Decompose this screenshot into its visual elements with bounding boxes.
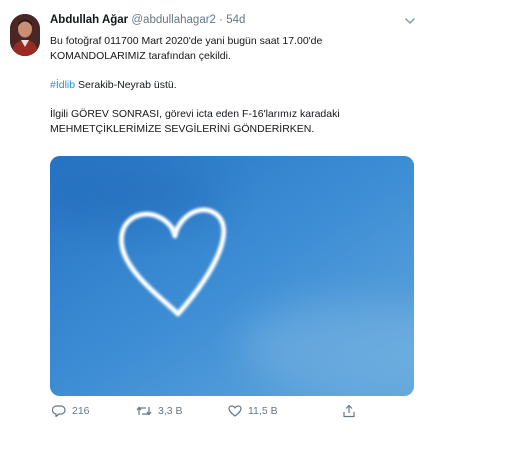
chevron-down-icon xyxy=(405,18,415,24)
location-text: Serakib-Neyrab üstü. xyxy=(75,79,177,91)
retweet-button[interactable]: 3,3 B xyxy=(136,404,183,418)
tweet-header: Abdullah Ağar @abdullahagar2 · 54d xyxy=(50,14,245,26)
like-button[interactable]: 11,5 B xyxy=(228,404,278,418)
tweet-photo[interactable] xyxy=(50,156,414,396)
heart-icon xyxy=(228,405,242,417)
tweet-text: Bu fotoğraf 011700 Mart 2020'de yani bug… xyxy=(50,34,410,137)
hashtag-link[interactable]: #İdlib xyxy=(50,79,75,91)
reply-button[interactable]: 216 xyxy=(52,404,90,418)
share-button[interactable] xyxy=(342,404,356,418)
separator-dot: · xyxy=(219,14,223,26)
author-handle[interactable]: @abdullahagar2 xyxy=(131,14,216,26)
author-name[interactable]: Abdullah Ağar xyxy=(50,14,128,26)
share-icon xyxy=(343,404,355,418)
heart-contrail-photo xyxy=(50,156,414,396)
avatar-image xyxy=(10,14,40,56)
tweet-text-line: KOMANDOLARIMIZ tarafından çekildi. xyxy=(50,50,231,62)
tweet-text-line: #İdlib Serakib-Neyrab üstü. xyxy=(50,78,410,93)
tweet-text-line: MEHMETÇİKLERİMİZE SEVGİLERİNİ GÖNDERİRKE… xyxy=(50,123,315,135)
like-count: 11,5 B xyxy=(248,405,278,417)
more-options-button[interactable] xyxy=(403,14,417,26)
tweet-actions: 216 3,3 B 11,5 B xyxy=(52,404,362,424)
reply-count: 216 xyxy=(72,405,90,417)
tweet-text-line: Bu fotoğraf 011700 Mart 2020'de yani bug… xyxy=(50,35,323,47)
tweet-timestamp[interactable]: 54d xyxy=(226,14,245,26)
tweet-text-line: İlgili GÖREV SONRASI, görevi icta eden F… xyxy=(50,108,340,120)
tweet[interactable]: Abdullah Ağar @abdullahagar2 · 54d Bu fo… xyxy=(0,0,516,450)
avatar[interactable] xyxy=(10,14,40,56)
retweet-icon xyxy=(136,406,152,416)
reply-icon xyxy=(52,405,66,418)
retweet-count: 3,3 B xyxy=(158,405,183,417)
